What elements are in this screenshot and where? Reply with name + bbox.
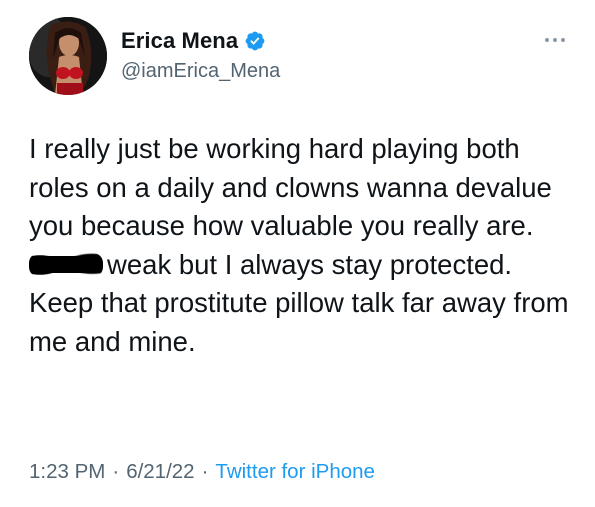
meta-separator: · <box>112 460 120 483</box>
meta-separator: · <box>201 460 209 483</box>
tweet-source-link[interactable]: Twitter for iPhone <box>215 460 375 484</box>
tweet-card: Erica Mena @iamErica_Mena I really just … <box>0 0 595 507</box>
avatar-image <box>29 17 107 95</box>
tweet-text-part-2: weak but I always stay protected. Keep t… <box>29 248 569 357</box>
author-name-row: Erica Mena <box>121 28 266 54</box>
tweet-meta: 1:23 PM · 6/21/22 · Twitter for iPhone <box>29 460 375 484</box>
tweet-text: I really just be working hard playing bo… <box>29 130 574 361</box>
tweet-text-part-1: I really just be working hard playing bo… <box>29 133 552 241</box>
display-name[interactable]: Erica Mena <box>121 28 238 54</box>
tweet-date[interactable]: 6/21/22 <box>126 460 194 484</box>
tweet-time[interactable]: 1:23 PM <box>29 460 105 484</box>
censor-scribble <box>29 252 103 277</box>
more-dots-icon[interactable] <box>539 30 571 50</box>
verified-badge-icon <box>244 30 266 52</box>
avatar[interactable] <box>29 17 107 95</box>
user-handle[interactable]: @iamErica_Mena <box>121 60 280 83</box>
